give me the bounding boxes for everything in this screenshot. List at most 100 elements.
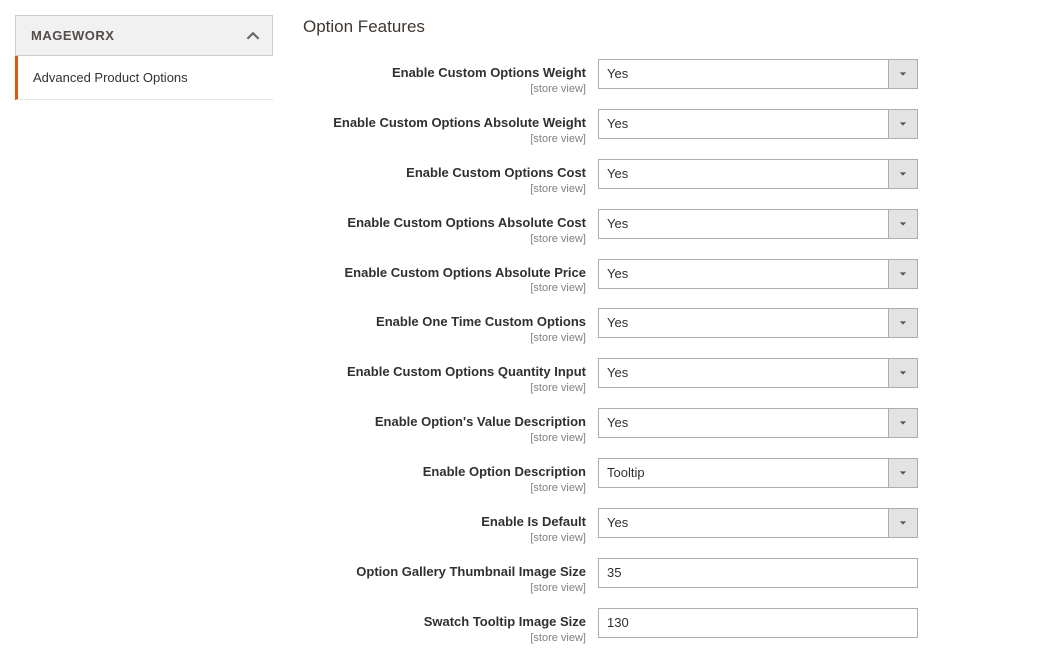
field-label: Enable Is Default [303,514,586,531]
field-label-wrap: Enable Is Default[store view] [303,508,598,544]
caret-down-icon [888,109,918,139]
page-title: Option Features [303,17,948,37]
field-control: Yes [598,209,918,239]
text-input[interactable] [598,608,918,638]
field-control [598,608,918,638]
select-input[interactable]: Yes [598,508,918,538]
select-input[interactable]: Yes [598,358,918,388]
select-value: Tooltip [598,458,918,488]
field-row: Enable Option Description[store view]Too… [303,458,948,494]
select-value: Yes [598,109,918,139]
field-scope: [store view] [303,382,586,394]
select-input[interactable]: Yes [598,308,918,338]
field-control: Yes [598,408,918,438]
field-row: Enable Custom Options Absolute Cost[stor… [303,209,948,245]
field-row: Option Gallery Thumbnail Image Size[stor… [303,558,948,594]
field-row: Enable Custom Options Quantity Input[sto… [303,358,948,394]
select-input[interactable]: Yes [598,209,918,239]
field-label-wrap: Enable One Time Custom Options[store vie… [303,308,598,344]
text-input[interactable] [598,558,918,588]
select-value: Yes [598,159,918,189]
field-control: Yes [598,159,918,189]
field-control: Yes [598,308,918,338]
caret-down-icon [888,209,918,239]
select-value: Yes [598,408,918,438]
field-label: Swatch Tooltip Image Size [303,614,586,631]
select-value: Yes [598,209,918,239]
sidebar-tab-label: MAGEWORX [31,28,114,43]
field-label: Enable Option's Value Description [303,414,586,431]
field-label-wrap: Enable Custom Options Absolute Cost[stor… [303,209,598,245]
field-scope: [store view] [303,183,586,195]
field-control: Yes [598,358,918,388]
field-label: Option Gallery Thumbnail Image Size [303,564,586,581]
select-value: Yes [598,358,918,388]
field-row: Enable Custom Options Weight[store view]… [303,59,948,95]
fields-container: Enable Custom Options Weight[store view]… [303,59,948,644]
field-scope: [store view] [303,432,586,444]
select-input[interactable]: Tooltip [598,458,918,488]
field-label-wrap: Enable Option's Value Description[store … [303,408,598,444]
field-label: Enable Custom Options Cost [303,165,586,182]
field-label: Enable Option Description [303,464,586,481]
sidebar-tab-mageworx[interactable]: MAGEWORX [15,15,273,56]
field-label-wrap: Option Gallery Thumbnail Image Size[stor… [303,558,598,594]
select-input[interactable]: Yes [598,408,918,438]
field-label-wrap: Enable Option Description[store view] [303,458,598,494]
field-label: Enable Custom Options Absolute Cost [303,215,586,232]
field-scope: [store view] [303,482,586,494]
select-value: Yes [598,308,918,338]
field-scope: [store view] [303,282,586,294]
select-input[interactable]: Yes [598,159,918,189]
caret-down-icon [888,159,918,189]
config-sidebar: MAGEWORX Advanced Product Options [15,15,273,100]
caret-down-icon [888,59,918,89]
select-input[interactable]: Yes [598,109,918,139]
caret-down-icon [888,508,918,538]
caret-down-icon [888,458,918,488]
field-row: Enable Custom Options Cost[store view]Ye… [303,159,948,195]
sidebar-item-advanced-product-options[interactable]: Advanced Product Options [15,56,273,100]
select-input[interactable]: Yes [598,59,918,89]
chevron-up-icon [246,29,260,43]
field-scope: [store view] [303,332,586,344]
field-control: Tooltip [598,458,918,488]
field-row: Enable Option's Value Description[store … [303,408,948,444]
field-row: Enable Custom Options Absolute Price[sto… [303,259,948,295]
field-label-wrap: Enable Custom Options Absolute Price[sto… [303,259,598,295]
field-row: Enable Custom Options Absolute Weight[st… [303,109,948,145]
field-control: Yes [598,259,918,289]
caret-down-icon [888,259,918,289]
field-row: Enable Is Default[store view]Yes [303,508,948,544]
select-value: Yes [598,508,918,538]
field-scope: [store view] [303,83,586,95]
field-control [598,558,918,588]
field-label-wrap: Enable Custom Options Quantity Input[sto… [303,358,598,394]
field-label-wrap: Enable Custom Options Weight[store view] [303,59,598,95]
field-control: Yes [598,508,918,538]
field-label-wrap: Swatch Tooltip Image Size[store view] [303,608,598,644]
field-scope: [store view] [303,233,586,245]
field-row: Enable One Time Custom Options[store vie… [303,308,948,344]
field-scope: [store view] [303,532,586,544]
field-label: Enable Custom Options Absolute Weight [303,115,586,132]
caret-down-icon [888,358,918,388]
caret-down-icon [888,408,918,438]
select-value: Yes [598,59,918,89]
main-panel: Option Features Enable Custom Options We… [303,15,1058,658]
field-scope: [store view] [303,133,586,145]
field-label: Enable Custom Options Absolute Price [303,265,586,282]
field-row: Swatch Tooltip Image Size[store view] [303,608,948,644]
field-label-wrap: Enable Custom Options Cost[store view] [303,159,598,195]
field-label: Enable Custom Options Quantity Input [303,364,586,381]
caret-down-icon [888,308,918,338]
select-input[interactable]: Yes [598,259,918,289]
field-label: Enable Custom Options Weight [303,65,586,82]
field-scope: [store view] [303,632,586,644]
field-label: Enable One Time Custom Options [303,314,586,331]
sidebar-item-label: Advanced Product Options [33,70,188,85]
field-label-wrap: Enable Custom Options Absolute Weight[st… [303,109,598,145]
field-control: Yes [598,109,918,139]
field-control: Yes [598,59,918,89]
field-scope: [store view] [303,582,586,594]
